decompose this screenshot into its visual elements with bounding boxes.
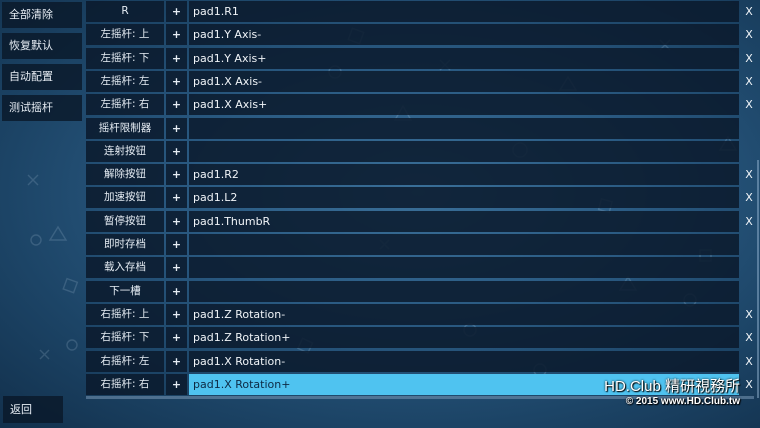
binding-value-field[interactable]: pad1.Z Rotation+ (189, 327, 739, 349)
add-binding-button[interactable]: + (166, 24, 187, 46)
binding-value-field[interactable]: pad1.Y Axis- (189, 24, 739, 46)
add-binding-button[interactable]: + (166, 117, 187, 139)
mapping-label: 左摇杆: 右 (86, 94, 164, 116)
mapping-label: 左摇杆: 下 (86, 47, 164, 69)
add-binding-button[interactable]: + (166, 94, 187, 116)
mapping-row: R + pad1.R1 X (86, 1, 760, 22)
add-binding-button[interactable]: + (166, 164, 187, 186)
mapping-row: 即时存档 + (86, 234, 760, 255)
clear-binding-button[interactable]: X (740, 374, 758, 395)
back-button[interactable]: 返回 (3, 396, 63, 423)
mapping-row: 左摇杆: 右 + pad1.X Axis+ X (86, 94, 760, 116)
add-binding-button[interactable]: + (166, 234, 187, 255)
clear-binding-button[interactable]: X (740, 327, 758, 348)
watermark: HD.Club 精研視務所 © 2015 www.HD.Club.tw (604, 378, 740, 408)
mapping-label: 右摇杆: 上 (86, 303, 164, 325)
mapping-label: 加速按钮 (86, 187, 164, 209)
binding-value-field[interactable]: pad1.ThumbR (189, 210, 739, 232)
add-binding-button[interactable]: + (166, 70, 187, 92)
mapping-label: 载入存档 (86, 257, 164, 279)
mapping-label: 右摇杆: 右 (86, 373, 164, 395)
mapping-row: 连射按钮 + (86, 140, 760, 162)
mapping-label: 连射按钮 (86, 140, 164, 162)
binding-value-field[interactable] (189, 117, 739, 139)
clear-binding-button[interactable]: X (740, 164, 758, 185)
clear-binding-button[interactable]: X (740, 351, 758, 372)
mapping-row: 载入存档 + (86, 257, 760, 279)
binding-value-field[interactable] (189, 280, 739, 302)
clear-binding-button[interactable]: X (740, 304, 758, 325)
scrollbar[interactable] (757, 160, 759, 398)
add-binding-button[interactable]: + (166, 187, 187, 209)
restore-defaults-button[interactable]: 恢复默认 (2, 33, 82, 59)
binding-value-field[interactable]: pad1.X Axis- (189, 70, 739, 92)
clear-binding-button[interactable]: X (740, 211, 758, 232)
add-binding-button[interactable]: + (166, 210, 187, 232)
clear-all-button[interactable]: 全部清除 (2, 2, 82, 28)
binding-value-field[interactable]: pad1.X Axis+ (189, 94, 739, 116)
binding-value-field[interactable]: pad1.X Rotation- (189, 350, 739, 372)
add-binding-button[interactable]: + (166, 47, 187, 69)
clear-binding-button[interactable]: X (740, 1, 758, 22)
mapping-row: 右摇杆: 左 + pad1.X Rotation- X (86, 350, 760, 372)
mapping-label: 左摇杆: 左 (86, 70, 164, 92)
clear-binding-button[interactable]: X (740, 24, 758, 45)
binding-value-field[interactable] (189, 257, 739, 279)
mapping-label: 下一槽 (86, 280, 164, 302)
mapping-row: 暂停按钮 + pad1.ThumbR X (86, 210, 760, 232)
sidebar: 全部清除 恢复默认 自动配置 测试摇杆 返回 (0, 0, 84, 428)
mapping-label: 即时存档 (86, 234, 164, 255)
mapping-label: 暂停按钮 (86, 210, 164, 232)
binding-value-field[interactable] (189, 234, 739, 255)
add-binding-button[interactable]: + (166, 327, 187, 349)
add-binding-button[interactable]: + (166, 280, 187, 302)
mapping-row: 左摇杆: 左 + pad1.X Axis- X (86, 70, 760, 92)
mapping-label: R (86, 1, 164, 22)
mapping-row: 右摇杆: 下 + pad1.Z Rotation+ X (86, 327, 760, 349)
mapping-label: 右摇杆: 左 (86, 350, 164, 372)
add-binding-button[interactable]: + (166, 1, 187, 22)
mapping-row: 左摇杆: 上 + pad1.Y Axis- X (86, 24, 760, 46)
mapping-row: 右摇杆: 上 + pad1.Z Rotation- X (86, 303, 760, 325)
watermark-copyright: © 2015 www.HD.Club.tw (625, 396, 740, 407)
add-binding-button[interactable]: + (166, 257, 187, 279)
add-binding-button[interactable]: + (166, 350, 187, 372)
binding-value-field[interactable] (189, 140, 739, 162)
add-binding-button[interactable]: + (166, 303, 187, 325)
test-joystick-button[interactable]: 测试摇杆 (2, 95, 82, 121)
mapping-label: 摇杆限制器 (86, 117, 164, 139)
clear-binding-button[interactable]: X (740, 187, 758, 208)
mapping-row: 左摇杆: 下 + pad1.Y Axis+ X (86, 47, 760, 69)
mapping-label: 右摇杆: 下 (86, 327, 164, 349)
mapping-label: 左摇杆: 上 (86, 24, 164, 46)
add-binding-button[interactable]: + (166, 373, 187, 395)
add-binding-button[interactable]: + (166, 140, 187, 162)
mapping-row: 摇杆限制器 + (86, 117, 760, 139)
mapping-list: R + pad1.R1 X 左摇杆: 上 + pad1.Y Axis- X 左摇杆: 下 + pad… (86, 0, 760, 400)
clear-binding-button[interactable]: X (740, 71, 758, 92)
mapping-row: 加速按钮 + pad1.L2 X (86, 187, 760, 209)
watermark-title: HD.Club 精研視務所 (604, 378, 740, 395)
binding-value-field[interactable]: pad1.Z Rotation- (189, 303, 739, 325)
mapping-row: 解除按钮 + pad1.R2 X (86, 164, 760, 186)
binding-value-field[interactable]: pad1.R1 (189, 1, 739, 22)
mapping-row: 下一槽 + (86, 280, 760, 302)
auto-config-button[interactable]: 自动配置 (2, 64, 82, 90)
mapping-label: 解除按钮 (86, 164, 164, 186)
binding-value-field[interactable]: pad1.Y Axis+ (189, 47, 739, 69)
clear-binding-button[interactable]: X (740, 94, 758, 115)
clear-binding-button[interactable]: X (740, 48, 758, 69)
binding-value-field[interactable]: pad1.R2 (189, 164, 739, 186)
binding-value-field[interactable]: pad1.L2 (189, 187, 739, 209)
